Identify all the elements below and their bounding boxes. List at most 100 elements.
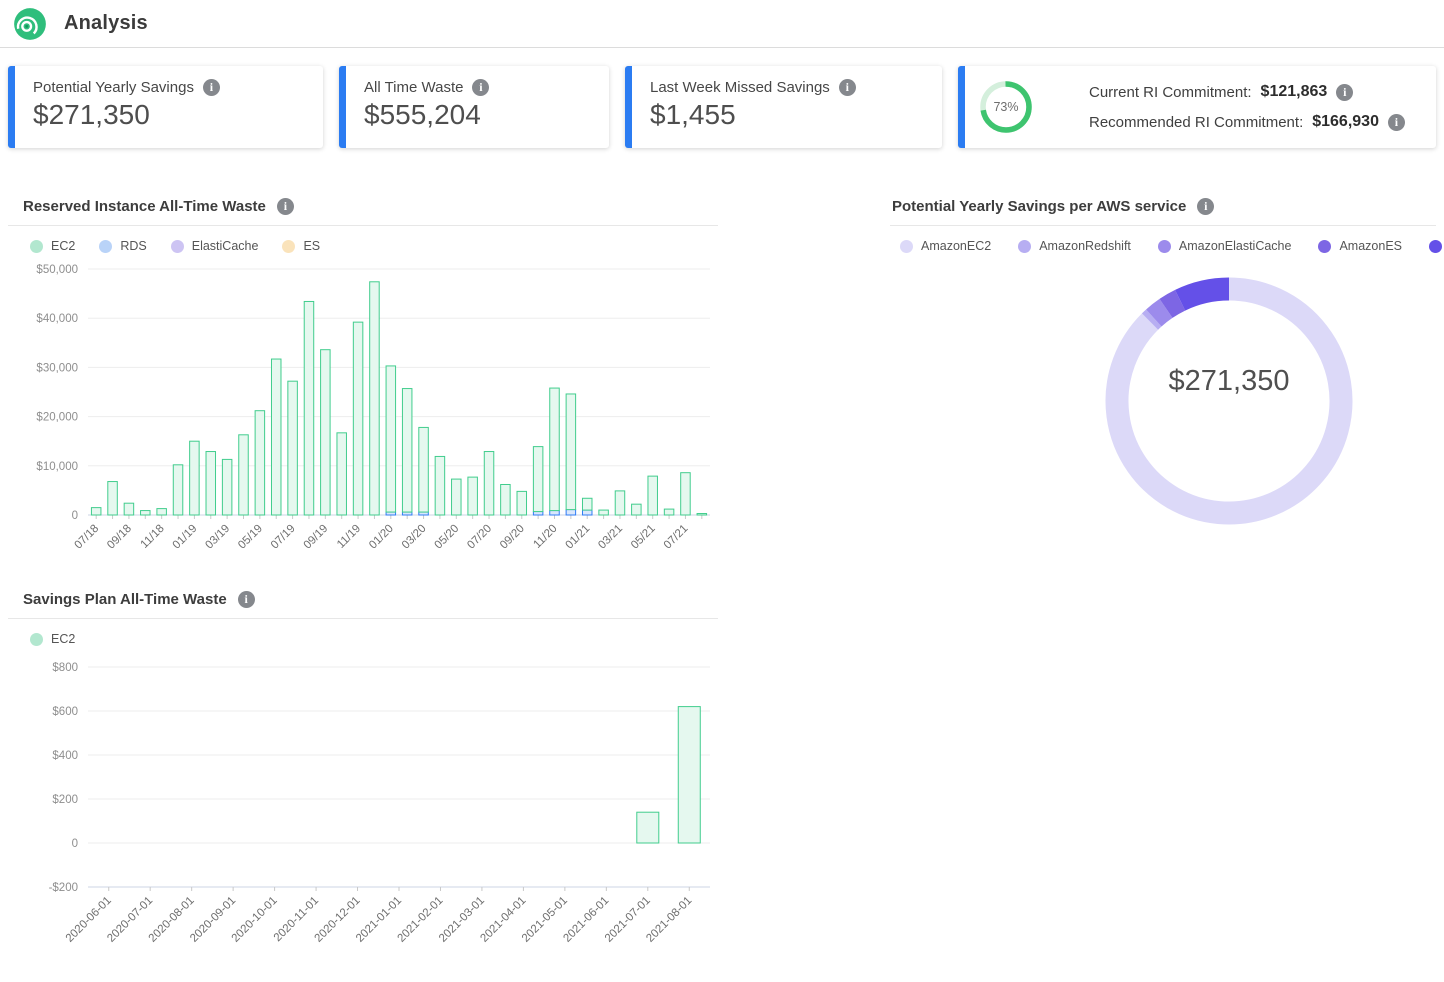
page-title: Analysis bbox=[64, 12, 148, 35]
legend-item-amazonredshift[interactable]: AmazonRedshift bbox=[1018, 239, 1131, 253]
donut-slice-amazones[interactable] bbox=[1166, 300, 1180, 308]
bar-rds-11/20[interactable] bbox=[550, 511, 560, 515]
bar-rds-10/20[interactable] bbox=[533, 512, 543, 515]
bar-ec2-06/19[interactable] bbox=[271, 359, 281, 515]
info-icon[interactable] bbox=[203, 79, 220, 96]
legend-item-rds[interactable]: RDS bbox=[99, 239, 146, 253]
savings-donut-chart[interactable] bbox=[890, 269, 1436, 537]
donut-slice-amazonrds[interactable] bbox=[1180, 289, 1229, 300]
bar-ec2-06/21[interactable] bbox=[664, 509, 674, 515]
legend-item-ec2[interactable]: EC2 bbox=[30, 239, 75, 253]
bar-ec2-04/19[interactable] bbox=[239, 435, 249, 515]
svg-text:11/19: 11/19 bbox=[335, 523, 363, 551]
bar-ec2-05/19[interactable] bbox=[255, 411, 264, 515]
sp-waste-bar-chart[interactable]: $800$600$400$2000-$2002020-06-012020-07-… bbox=[8, 652, 718, 982]
legend-item-amazones[interactable]: AmazonES bbox=[1318, 239, 1402, 253]
svg-text:03/21: 03/21 bbox=[596, 523, 625, 552]
bar-ec2-01/19[interactable] bbox=[190, 441, 200, 515]
bar-ec2-12/19[interactable] bbox=[370, 282, 380, 515]
bar-ec2-07/19[interactable] bbox=[288, 381, 298, 515]
bar-ec2-04/21[interactable] bbox=[632, 504, 642, 515]
svg-text:$800: $800 bbox=[52, 662, 78, 674]
bar-ec2-09/19[interactable] bbox=[321, 350, 331, 515]
ring-percent-label: 73% bbox=[979, 80, 1033, 134]
stat-cards-row: Potential Yearly Savings $271,350 All Ti… bbox=[0, 66, 1444, 148]
legend-label: AmazonES bbox=[1339, 239, 1402, 253]
svg-text:$10,000: $10,000 bbox=[36, 461, 78, 473]
legend-label: RDS bbox=[120, 239, 146, 253]
info-icon[interactable] bbox=[839, 79, 856, 96]
donut-slice-amazonec2[interactable] bbox=[1117, 289, 1341, 513]
bar-ec2-08/19[interactable] bbox=[304, 301, 314, 515]
bar-ec2-2021-08-01[interactable] bbox=[678, 707, 700, 843]
ri-waste-bar-chart[interactable]: $50,000$40,000$30,000$20,000$10,000007/1… bbox=[8, 259, 718, 577]
bar-ec2-11/19[interactable] bbox=[353, 322, 363, 515]
info-icon[interactable] bbox=[1388, 114, 1405, 131]
legend-label: EC2 bbox=[51, 632, 75, 646]
card-value: $271,350 bbox=[33, 99, 305, 131]
bar-ec2-01/21[interactable] bbox=[582, 498, 592, 510]
bar-ec2-12/20[interactable] bbox=[566, 394, 576, 510]
info-icon[interactable] bbox=[238, 591, 255, 608]
bar-ec2-2021-07-01[interactable] bbox=[637, 812, 659, 843]
bar-ec2-08/20[interactable] bbox=[501, 484, 511, 515]
bar-ec2-11/20[interactable] bbox=[550, 388, 560, 511]
legend-dot bbox=[1318, 240, 1331, 253]
legend-dot bbox=[282, 240, 295, 253]
svg-text:0: 0 bbox=[72, 838, 78, 850]
bar-ec2-07/20[interactable] bbox=[484, 452, 494, 515]
commit-label: Recommended RI Commitment: bbox=[1089, 114, 1303, 131]
card-ri-commitment: 73% Current RI Commitment: $121,863 Reco… bbox=[958, 66, 1436, 148]
legend-item-amazonelasticache[interactable]: AmazonElastiCache bbox=[1158, 239, 1292, 253]
bar-ec2-07/18[interactable] bbox=[91, 508, 101, 515]
svg-text:09/18: 09/18 bbox=[105, 523, 134, 552]
bar-ec2-11/18[interactable] bbox=[157, 509, 167, 515]
info-icon[interactable] bbox=[472, 79, 489, 96]
legend-item-elasticache[interactable]: ElastiCache bbox=[171, 239, 259, 253]
bar-ec2-03/21[interactable] bbox=[615, 491, 625, 515]
bar-ec2-03/20[interactable] bbox=[419, 427, 429, 512]
bar-ec2-02/21[interactable] bbox=[599, 510, 609, 515]
divider bbox=[8, 225, 718, 226]
legend-item-es[interactable]: ES bbox=[282, 239, 320, 253]
app-logo-icon[interactable] bbox=[13, 7, 47, 41]
bar-ec2-08/21[interactable] bbox=[697, 514, 707, 515]
bar-ec2-07/21[interactable] bbox=[681, 473, 691, 515]
donut-slice-amazonredshift[interactable] bbox=[1150, 318, 1154, 322]
bar-ec2-06/20[interactable] bbox=[468, 477, 478, 515]
donut-slice-amazonelasticache[interactable] bbox=[1154, 308, 1166, 318]
svg-text:-$200: -$200 bbox=[49, 882, 78, 894]
bar-ec2-05/20[interactable] bbox=[452, 479, 462, 515]
bar-ec2-12/18[interactable] bbox=[173, 465, 183, 515]
info-icon[interactable] bbox=[277, 198, 294, 215]
svg-text:$400: $400 bbox=[52, 750, 78, 762]
info-icon[interactable] bbox=[1336, 84, 1353, 101]
svg-text:$600: $600 bbox=[52, 706, 78, 718]
bar-ec2-09/18[interactable] bbox=[124, 503, 134, 515]
legend-item-amazonrds[interactable]: AmazonRDS bbox=[1429, 239, 1444, 253]
ri-waste-section: Reserved Instance All-Time Waste EC2RDSE… bbox=[8, 198, 718, 577]
bar-ec2-10/18[interactable] bbox=[141, 511, 151, 515]
info-icon[interactable] bbox=[1197, 198, 1214, 215]
legend-item-amazonec2[interactable]: AmazonEC2 bbox=[900, 239, 991, 253]
bar-ec2-05/21[interactable] bbox=[648, 476, 658, 515]
svg-text:09/19: 09/19 bbox=[302, 523, 331, 552]
bar-ec2-02/20[interactable] bbox=[402, 389, 412, 512]
bar-ec2-09/20[interactable] bbox=[517, 491, 527, 515]
bar-ec2-10/20[interactable] bbox=[533, 447, 543, 512]
bar-ec2-01/20[interactable] bbox=[386, 366, 396, 512]
legend-label: AmazonEC2 bbox=[921, 239, 991, 253]
bar-ec2-02/19[interactable] bbox=[206, 452, 216, 515]
legend-dot bbox=[99, 240, 112, 253]
commit-value: $166,930 bbox=[1312, 113, 1379, 131]
legend-item-ec2[interactable]: EC2 bbox=[30, 632, 75, 646]
bar-ec2-10/19[interactable] bbox=[337, 433, 347, 515]
bar-rds-12/20[interactable] bbox=[566, 510, 576, 515]
bar-ec2-03/19[interactable] bbox=[222, 459, 232, 515]
savings-per-service-legend: AmazonEC2 AmazonRedshift AmazonElastiCache… bbox=[900, 239, 1436, 253]
legend-label: AmazonRedshift bbox=[1039, 239, 1131, 253]
card-all-time-waste: All Time Waste $555,204 bbox=[339, 66, 609, 148]
bar-ec2-08/18[interactable] bbox=[108, 482, 118, 515]
bar-rds-01/21[interactable] bbox=[582, 510, 592, 515]
bar-ec2-04/20[interactable] bbox=[435, 456, 445, 515]
